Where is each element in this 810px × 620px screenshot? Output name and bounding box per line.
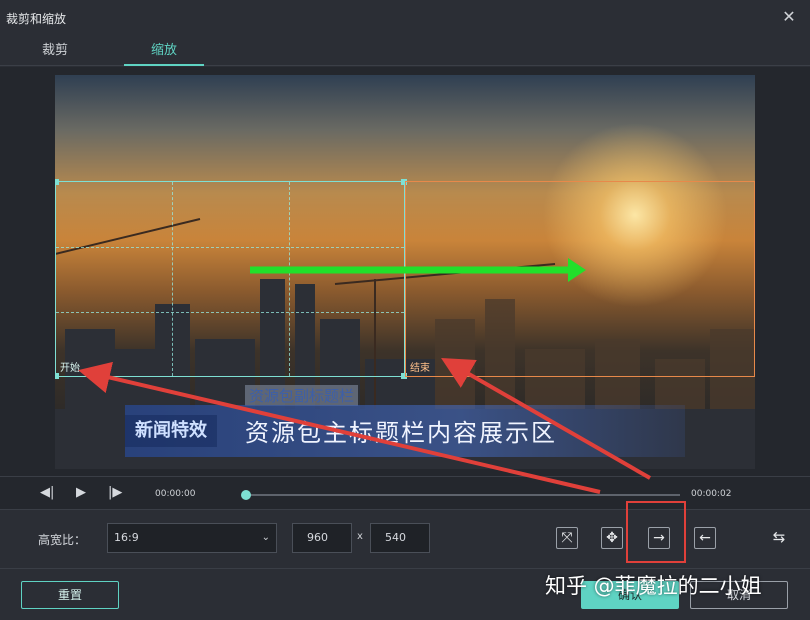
lower-third-title: 资源包主标题栏内容展示区 xyxy=(245,419,557,447)
aspect-ratio-label: 高宽比： xyxy=(38,533,87,547)
reset-button[interactable]: 重置 xyxy=(21,581,119,609)
height-input[interactable]: 540 xyxy=(370,523,430,553)
annotation-highlight-box xyxy=(626,501,686,563)
width-input[interactable]: 960 xyxy=(292,523,352,553)
close-icon[interactable]: ✕ xyxy=(780,8,798,26)
step-back-icon[interactable]: ◀| xyxy=(40,485,54,500)
aspect-ratio-value: 16:9 xyxy=(114,531,139,544)
tab-bar: 裁剪 缩放 xyxy=(0,36,810,66)
resize-handle[interactable] xyxy=(55,373,59,379)
dimension-separator: x xyxy=(357,531,363,542)
tab-zoom[interactable]: 缩放 xyxy=(124,36,204,66)
timeline-thumb[interactable] xyxy=(241,490,251,500)
grid-line xyxy=(172,182,173,376)
timeline-track[interactable] xyxy=(246,494,680,496)
total-time: 00:00:02 xyxy=(691,489,732,499)
aspect-ratio-select[interactable]: 16:9 ⌄ xyxy=(107,523,277,553)
watermark-text: 知乎 @菲魔拉的二小姐 xyxy=(545,574,762,598)
crop-zoom-dialog: 裁剪和缩放 ✕ 裁剪 缩放 资源包副标题栏 新闻特效 资源包主标题栏内容展示区 … xyxy=(0,0,810,620)
lower-third-subtitle: 资源包副标题栏 xyxy=(245,385,359,406)
tab-crop[interactable]: 裁剪 xyxy=(15,36,95,66)
start-label: 开始 xyxy=(60,363,80,374)
playback-bar: ◀| ▶ |▶ 00:00:00 00:00:02 xyxy=(0,476,810,510)
grid-line xyxy=(56,312,404,313)
window-title: 裁剪和缩放 xyxy=(6,11,67,26)
arrow-left-icon[interactable]: ← xyxy=(694,527,716,549)
resize-handle[interactable] xyxy=(55,179,59,185)
title-bar: 裁剪和缩放 ✕ xyxy=(0,0,810,36)
play-icon[interactable]: ▶ xyxy=(76,485,86,500)
chevron-down-icon: ⌄ xyxy=(261,532,270,543)
move-icon[interactable]: ✥ xyxy=(601,527,623,549)
video-preview: 资源包副标题栏 新闻特效 资源包主标题栏内容展示区 开始 结束 xyxy=(55,75,755,469)
zoom-settings: 高宽比： 16:9 ⌄ 960 x 540 ⤧ ✥ → ← ⇆ xyxy=(0,510,810,568)
start-frame-box[interactable]: 开始 xyxy=(55,179,407,379)
lower-third-banner: 新闻特效 资源包主标题栏内容展示区 xyxy=(125,405,685,457)
lower-third-logo: 新闻特效 xyxy=(125,415,217,447)
grid-line xyxy=(56,247,404,248)
swap-icon[interactable]: ⇆ xyxy=(768,527,790,549)
end-label: 结束 xyxy=(410,363,430,374)
end-frame-box[interactable]: 结束 xyxy=(405,181,755,377)
preview-stage: 资源包副标题栏 新闻特效 资源包主标题栏内容展示区 开始 结束 xyxy=(0,67,810,476)
fit-icon[interactable]: ⤧ xyxy=(556,527,578,549)
step-forward-icon[interactable]: |▶ xyxy=(108,485,122,500)
grid-line xyxy=(289,182,290,376)
current-time: 00:00:00 xyxy=(155,489,196,499)
